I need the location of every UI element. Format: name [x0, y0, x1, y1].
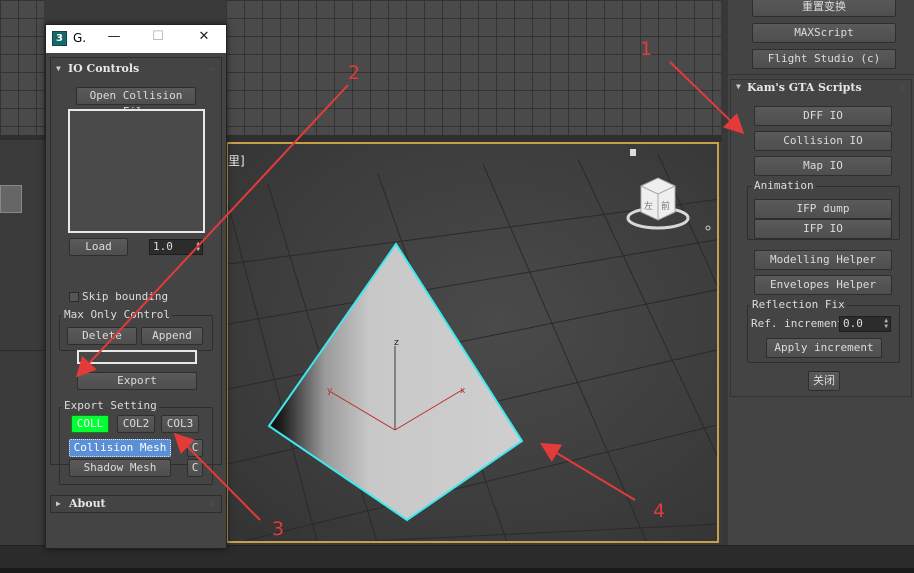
gizmo-y-label: y	[327, 386, 333, 396]
close-script-button[interactable]: 关闭	[808, 371, 840, 391]
append-button[interactable]: Append	[141, 327, 203, 345]
rollout-expand-icon[interactable]: ▼	[56, 64, 61, 73]
panel-divider	[728, 74, 914, 75]
annotation-1: 1	[640, 38, 653, 60]
viewport-left[interactable]	[0, 140, 44, 545]
col2-button[interactable]: COL2	[117, 415, 155, 433]
maxscript-button[interactable]: MAXScript	[752, 23, 896, 43]
flight-studio-button[interactable]: Flight Studio (c)	[752, 49, 896, 69]
reflection-fix-label: Reflection Fix	[750, 298, 847, 311]
gizmo-x-label: x	[460, 386, 466, 396]
collision-listbox[interactable]	[68, 109, 205, 233]
open-collision-file-button[interactable]: Open Collision File	[76, 87, 196, 118]
max-only-label: Max Only Control	[62, 308, 172, 321]
coll-button[interactable]: COLL	[71, 415, 109, 433]
annotation-3: 3	[272, 518, 285, 540]
grip-icon[interactable]: ⁘	[209, 500, 216, 509]
spinner-arrows-icon[interactable]: ▲ ▼	[196, 241, 200, 253]
about-title[interactable]: About	[69, 497, 106, 510]
viewport-perspective[interactable]: z y x 左 前 里]	[226, 142, 719, 543]
viewport-scene: z y x 左 前	[228, 149, 717, 541]
annotation-4: 4	[653, 500, 666, 522]
collision-mesh-button[interactable]: Collision Mesh	[69, 439, 171, 457]
load-button[interactable]: Load	[69, 238, 128, 256]
gta-io-window[interactable]: 3 G. — ☐ ✕ ▼ IO Controls ⁘ Open Collisio…	[45, 24, 227, 549]
viewcube-fragment	[0, 185, 22, 213]
ref-increment-value[interactable]: 0.0	[843, 317, 863, 330]
skip-bounding-label[interactable]: Skip bounding	[82, 290, 168, 303]
apply-increment-button[interactable]: Apply increment	[766, 338, 882, 358]
home-icon	[630, 149, 636, 156]
dff-io-button[interactable]: DFF IO	[754, 106, 892, 126]
version-value[interactable]: 1.0	[153, 240, 173, 253]
window-body: ▼ IO Controls ⁘ Open Collision File Load…	[46, 53, 226, 548]
export-button[interactable]: Export	[77, 372, 197, 390]
grip-icon[interactable]: ⁘	[900, 84, 907, 93]
envelopes-helper-button[interactable]: Envelopes Helper	[754, 275, 892, 295]
skip-bounding-checkbox[interactable]	[69, 292, 79, 302]
io-controls-title[interactable]: IO Controls	[68, 62, 139, 75]
export-setting-label: Export Setting	[62, 399, 159, 412]
shadow-mesh-button[interactable]: Shadow Mesh	[69, 459, 171, 477]
grip-icon[interactable]: ⁘	[209, 65, 216, 74]
col3-button[interactable]: COL3	[161, 415, 199, 433]
ref-increment-spinner[interactable]: 0.0 ▲ ▼	[839, 316, 891, 332]
version-spinner[interactable]: 1.0 ▲ ▼	[149, 239, 203, 255]
timeline-strip	[0, 568, 914, 573]
collision-io-button[interactable]: Collision IO	[754, 131, 892, 151]
viewcube-left-face: 左	[644, 200, 653, 212]
rollout-collapse-icon[interactable]: ▶	[56, 499, 61, 508]
annotation-2: 2	[348, 62, 361, 84]
ref-increment-label: Ref. increment	[751, 317, 844, 330]
reset-xform-button[interactable]: 重置变换	[752, 0, 896, 17]
window-title: G.	[73, 31, 87, 45]
rollout-expand-icon[interactable]: ▼	[736, 82, 741, 91]
maximize-icon[interactable]: ☐	[148, 29, 168, 44]
ifp-io-button[interactable]: IFP IO	[754, 219, 892, 239]
command-panel: 重置变换 MAXScript Flight Studio (c) ▼ Kam's…	[722, 0, 914, 545]
progress-bar	[77, 350, 197, 364]
viewcube[interactable]: 左 前	[626, 149, 711, 231]
collision-mesh-c-button[interactable]: C	[187, 439, 203, 457]
viewport-label[interactable]: 里]	[228, 152, 245, 169]
ifp-dump-button[interactable]: IFP dump	[754, 199, 892, 219]
viewcube-front-face: 前	[661, 200, 670, 212]
close-icon[interactable]: ✕	[194, 29, 214, 44]
gizmo-z-label: z	[394, 338, 399, 348]
3dsmax-app-icon: 3	[52, 31, 67, 46]
minimize-icon[interactable]: —	[104, 29, 124, 44]
animation-group-label: Animation	[752, 179, 816, 192]
grid-line	[0, 350, 44, 351]
modelling-helper-button[interactable]: Modelling Helper	[754, 250, 892, 270]
delete-button[interactable]: Delete	[67, 327, 137, 345]
gta-scripts-title[interactable]: Kam's GTA Scripts	[747, 81, 862, 94]
spinner-arrows-icon[interactable]: ▲ ▼	[884, 318, 888, 330]
window-titlebar[interactable]: 3 G. — ☐ ✕	[46, 25, 226, 53]
viewport-top[interactable]	[226, 0, 721, 135]
shadow-mesh-c-button[interactable]: C	[187, 459, 203, 477]
map-io-button[interactable]: Map IO	[754, 156, 892, 176]
viewport-top-left[interactable]	[0, 0, 44, 135]
